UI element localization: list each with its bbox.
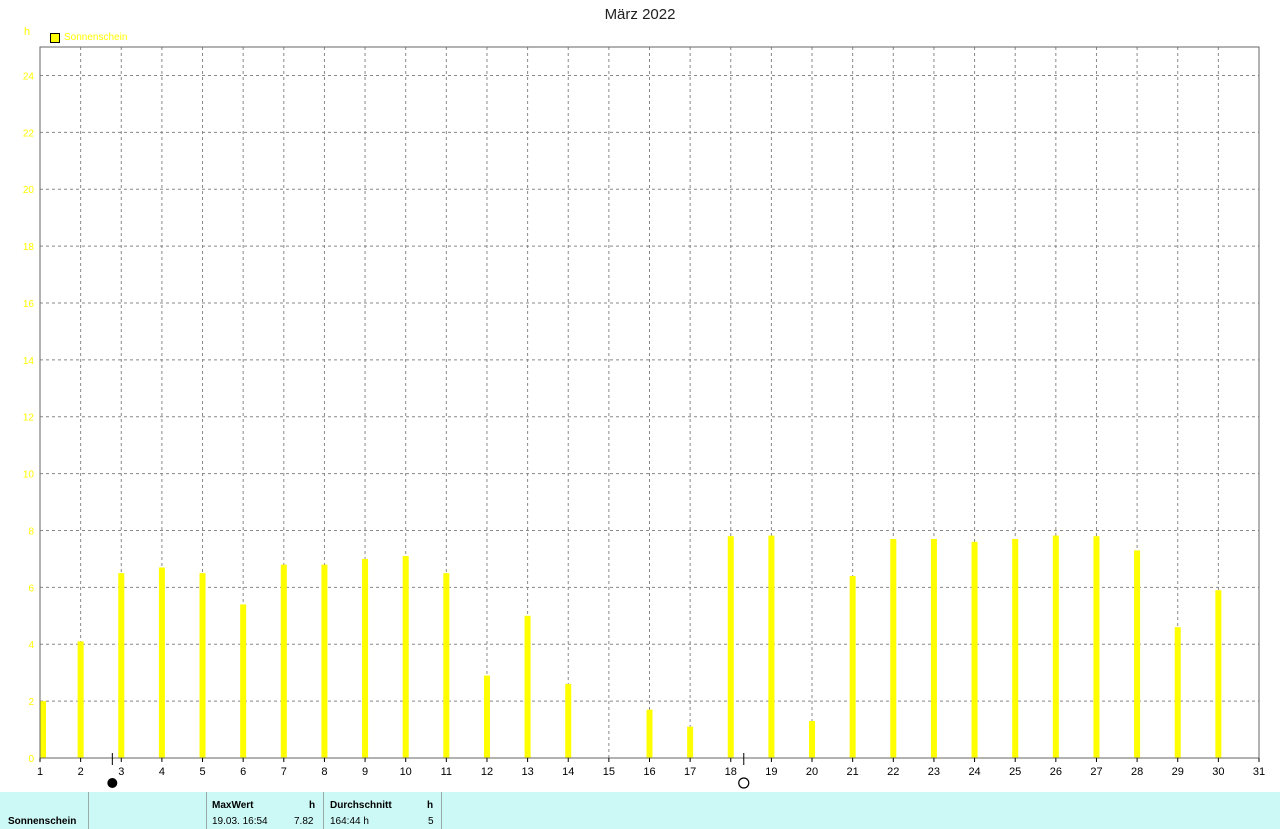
bar (321, 564, 328, 758)
y-tick-label: 10 (23, 470, 35, 481)
bar (524, 615, 531, 758)
x-tick-label: 31 (1253, 766, 1265, 778)
x-tick-label: 8 (321, 766, 327, 778)
x-tick-label: 29 (1172, 766, 1184, 778)
bar (646, 709, 653, 758)
x-tick-label: 7 (281, 766, 287, 778)
footer-avg-unit: h (427, 800, 434, 811)
bars (40, 535, 1222, 758)
bar (199, 573, 206, 758)
y-tick-label: 12 (23, 413, 35, 424)
x-tick-label: 20 (806, 766, 818, 778)
chart-svg: 0246810121416182022241 2 3 4 5 6 7 8 9 10 11 12 13 14… (23, 46, 1265, 789)
x-tick-label: 21 (847, 766, 859, 778)
footer-max-value: 7.82 (294, 816, 314, 827)
x-tick-label: 4 (159, 766, 165, 778)
footer-empty-cell (89, 792, 207, 829)
y-tick-label: 8 (28, 526, 34, 537)
bar (687, 726, 694, 758)
bar (1052, 535, 1059, 758)
x-tick-label: 19 (765, 766, 777, 778)
bar (77, 641, 84, 758)
x-tick-label: 11 (441, 766, 452, 778)
x-tick-label: 27 (1090, 766, 1102, 778)
bar (1174, 627, 1181, 758)
bar (1134, 550, 1141, 758)
bar (443, 573, 450, 758)
bar (402, 556, 409, 758)
x-tick-label: 3 (118, 766, 124, 778)
x-tick-label: 2 (78, 766, 84, 778)
bar (362, 558, 369, 758)
bar (118, 573, 125, 758)
grid (40, 47, 1259, 758)
x-tick-label: 23 (928, 766, 940, 778)
y-tick-label: 2 (28, 697, 34, 708)
x-tick-label: 18 (725, 766, 737, 778)
x-tick-label: 26 (1050, 766, 1062, 778)
y-tick-label: 18 (23, 242, 35, 253)
x-tick-label: 12 (481, 766, 493, 778)
bar (280, 564, 287, 758)
y-tick-label: 24 (23, 71, 35, 82)
full-moon-icon (738, 777, 750, 789)
footer-avg-header: Durchschnitt (330, 800, 392, 811)
bar (1093, 536, 1100, 758)
bar (1012, 539, 1019, 758)
y-tick-label: 20 (23, 185, 35, 196)
x-tick-label: 30 (1212, 766, 1224, 778)
bar (809, 721, 816, 758)
footer-avg-count: 5 (428, 816, 434, 827)
new-moon-icon (107, 778, 118, 788)
x-tick-label: 10 (400, 766, 412, 778)
footer-series-cell: Sonnenschein (0, 792, 89, 829)
y-tick-label: 6 (28, 583, 34, 594)
y-tick-label: 4 (28, 640, 34, 651)
axis-ticks: 0246810121416182022241 2 3 4 5 6 7 8 9 10 11 12 13 14… (23, 71, 1265, 778)
bar (890, 539, 897, 758)
x-tick-label: 14 (562, 766, 574, 778)
y-tick-label: 0 (28, 754, 34, 765)
footer-max-date: 19.03. 16:54 (212, 816, 268, 827)
x-tick-label: 1 (37, 766, 43, 778)
y-tick-label: 22 (23, 128, 35, 139)
footer-max-cell: MaxWert h 19.03. 16:54 7.82 (207, 792, 324, 829)
footer-series-label: Sonnenschein (8, 816, 77, 827)
x-tick-label: 5 (199, 766, 205, 778)
bar (40, 701, 46, 758)
bar (849, 575, 856, 758)
x-tick-label: 15 (603, 766, 615, 778)
x-tick-label: 24 (968, 766, 980, 778)
footer-max-unit: h (309, 800, 316, 811)
summary-footer: Sonnenschein MaxWert h 19.03. 16:54 7.82… (0, 792, 1280, 829)
y-tick-label: 16 (23, 299, 35, 310)
x-tick-label: 22 (887, 766, 899, 778)
x-tick-label: 16 (643, 766, 655, 778)
bar (1215, 590, 1222, 758)
bar (930, 539, 937, 758)
footer-avg-cell: Durchschnitt h 164:44 h 5 (324, 792, 442, 829)
bar (768, 535, 775, 758)
bar (483, 675, 490, 758)
bar (565, 684, 572, 758)
bar (727, 536, 734, 758)
footer-max-header: MaxWert (212, 800, 254, 811)
x-tick-label: 25 (1009, 766, 1021, 778)
x-tick-label: 9 (362, 766, 368, 778)
bar (158, 567, 165, 758)
x-tick-label: 6 (240, 766, 246, 778)
bar (240, 604, 247, 758)
y-tick-label: 14 (23, 356, 35, 367)
x-tick-label: 17 (684, 766, 696, 778)
bar (971, 541, 978, 758)
x-tick-label: 13 (521, 766, 533, 778)
footer-avg-value: 164:44 h (330, 816, 369, 827)
x-tick-label: 28 (1131, 766, 1143, 778)
